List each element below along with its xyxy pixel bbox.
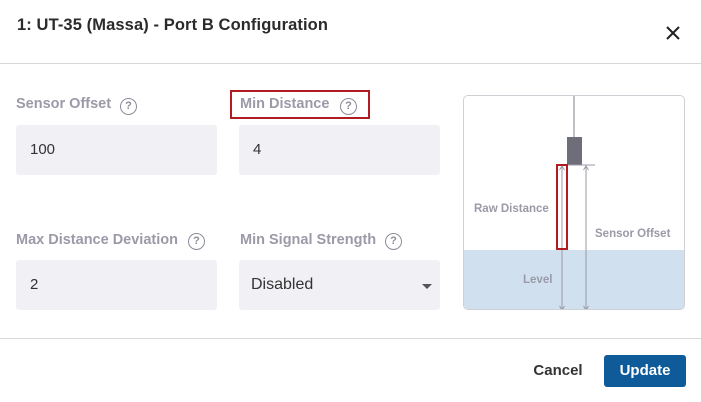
dialog-title: 1: UT-35 (Massa) - Port B Configuration [17, 16, 329, 34]
close-icon [666, 26, 680, 40]
min-signal-strength-value: Disabled [251, 276, 314, 293]
chevron-down-icon[interactable] [422, 284, 432, 289]
dialog-header: 1: UT-35 (Massa) - Port B Configuration [0, 0, 701, 64]
level-area [464, 250, 684, 309]
sensor-diagram: Raw Distance Sensor Offset Level [463, 95, 685, 310]
close-button[interactable] [662, 22, 684, 44]
sensor-offset-help-icon[interactable]: ? [120, 98, 137, 115]
min-signal-strength-label: Min Signal Strength [240, 232, 377, 248]
port-configuration-dialog: 1: UT-35 (Massa) - Port B Configuration … [0, 0, 701, 402]
cancel-button[interactable]: Cancel [524, 356, 592, 386]
max-distance-deviation-help-icon[interactable]: ? [188, 233, 205, 250]
min-signal-strength-select[interactable]: Disabled [239, 260, 440, 310]
max-distance-deviation-label: Max Distance Deviation [16, 232, 178, 248]
sensor-offset-label: Sensor Offset [16, 96, 112, 112]
level-label: Level [523, 274, 552, 286]
min-signal-strength-help-icon[interactable]: ? [385, 233, 402, 250]
footer-divider [0, 338, 701, 339]
raw-distance-label: Raw Distance [474, 203, 549, 215]
min-distance-input[interactable] [239, 125, 440, 175]
min-distance-label: Min Distance [240, 96, 330, 112]
sensor-body-icon [567, 137, 582, 165]
min-distance-help-icon[interactable]: ? [340, 98, 357, 115]
max-distance-deviation-input[interactable] [16, 260, 217, 310]
sensor-diagram-graphic: Raw Distance Sensor Offset Level [464, 96, 684, 309]
update-button[interactable]: Update [604, 355, 686, 387]
sensor-offset-diagram-label: Sensor Offset [595, 228, 671, 240]
sensor-offset-input[interactable] [16, 125, 217, 175]
